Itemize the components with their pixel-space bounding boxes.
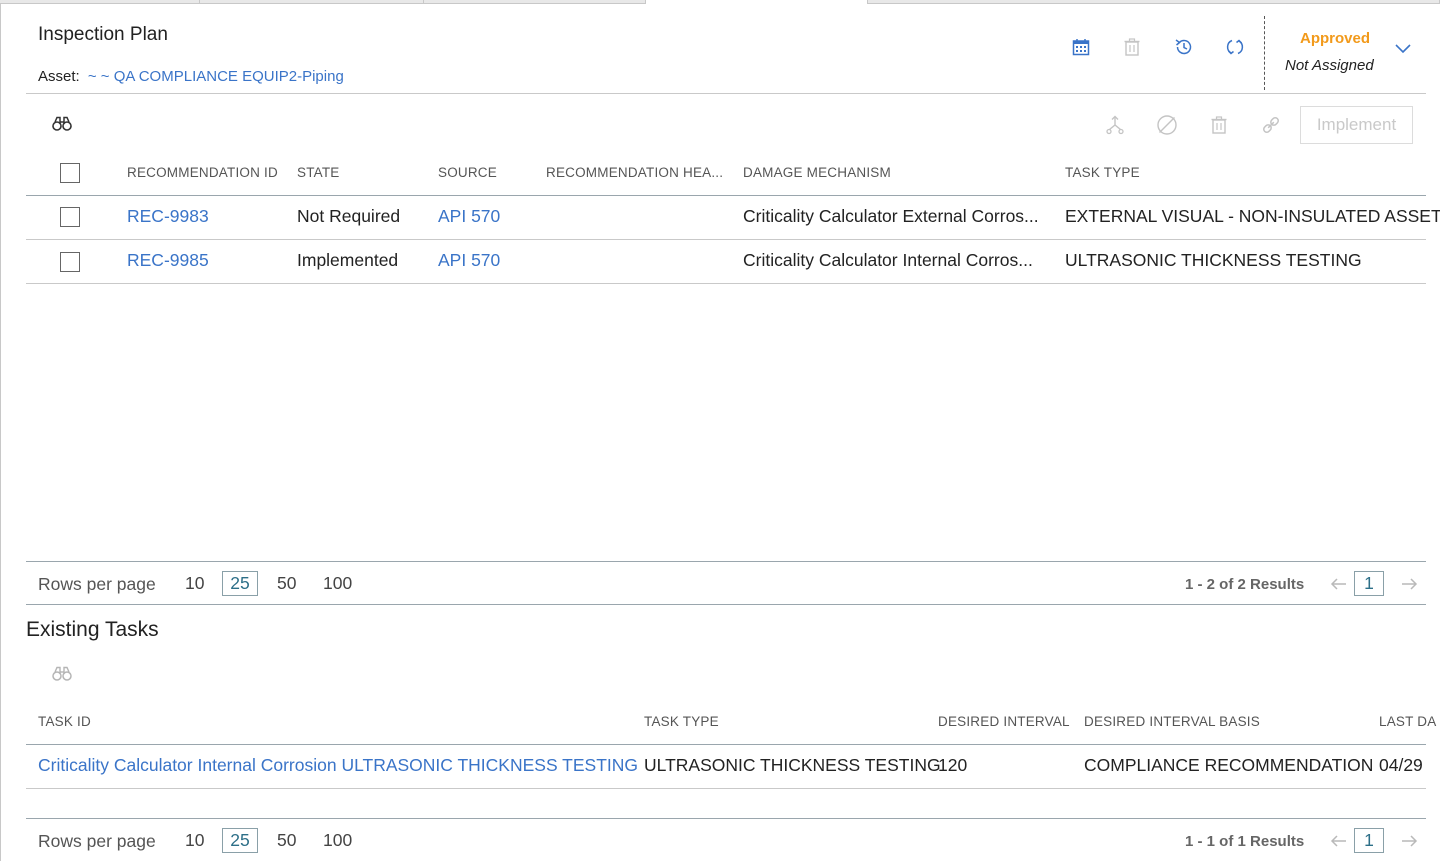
row-divider — [26, 283, 1426, 284]
column-header-source[interactable]: SOURCE — [438, 165, 497, 180]
implement-button[interactable]: Implement — [1300, 106, 1413, 144]
rows-option-25-selected[interactable]: 25 — [222, 571, 258, 596]
left-border — [0, 0, 1, 861]
results-count: 1 - 2 of 2 Results — [1185, 576, 1305, 593]
select-all-checkbox[interactable] — [60, 163, 80, 183]
assignment-text: Not Assigned — [1285, 57, 1374, 74]
source-link[interactable]: API 570 — [438, 206, 500, 227]
rows-option-100[interactable]: 100 — [323, 830, 352, 851]
recommendation-id-link[interactable]: REC-9983 — [127, 206, 209, 227]
rows-option-10[interactable]: 10 — [185, 573, 204, 594]
status-badge: Approved — [1300, 30, 1371, 47]
existing-tasks-title: Existing Tasks — [26, 618, 159, 641]
current-page[interactable]: 1 — [1354, 828, 1384, 853]
last-date-cell: 04/29 — [1379, 755, 1423, 775]
header-rule — [26, 93, 1426, 94]
damage-mechanism-cell: Criticality Calculator Internal Corros..… — [743, 250, 1033, 270]
results-count: 1 - 1 of 1 Results — [1185, 833, 1305, 850]
rows-option-50[interactable]: 50 — [277, 830, 296, 851]
task-type-cell: ULTRASONIC THICKNESS TESTING — [644, 755, 941, 775]
asset-row: Asset: ~ ~ QA COMPLIANCE EQUIP2-Piping — [38, 68, 344, 85]
tasks-header-rule — [26, 744, 1426, 745]
tab-strip — [0, 0, 1440, 4]
chevron-down-icon[interactable] — [1394, 40, 1412, 56]
column-header-task-id[interactable]: TASK ID — [38, 714, 91, 729]
previous-page-arrow-icon[interactable] — [1330, 577, 1348, 591]
asset-link[interactable]: ~ ~ QA COMPLIANCE EQUIP2-Piping — [88, 68, 344, 85]
trash-icon[interactable] — [1121, 36, 1143, 58]
rows-per-page-label: Rows per page — [38, 574, 156, 594]
trash-icon[interactable] — [1208, 114, 1230, 136]
link-icon[interactable] — [1260, 114, 1282, 136]
rows-option-100[interactable]: 100 — [323, 573, 352, 594]
task-type-cell: EXTERNAL VISUAL - NON-INSULATED ASSET — [1065, 206, 1440, 226]
header-divider — [1264, 16, 1265, 90]
state-cell: Implemented — [297, 250, 399, 270]
history-icon[interactable] — [1173, 36, 1195, 58]
current-page[interactable]: 1 — [1354, 571, 1384, 596]
pager-bottom-rule — [26, 604, 1426, 605]
previous-page-arrow-icon[interactable] — [1330, 834, 1348, 848]
rows-option-50[interactable]: 50 — [277, 573, 296, 594]
row-divider — [26, 788, 1426, 789]
rows-option-25-selected[interactable]: 25 — [222, 828, 258, 853]
column-header-desired-interval-basis[interactable]: DESIRED INTERVAL BASIS — [1084, 714, 1260, 729]
column-header-state[interactable]: STATE — [297, 165, 340, 180]
column-header-damage-mechanism[interactable]: DAMAGE MECHANISM — [743, 165, 891, 180]
next-page-arrow-icon[interactable] — [1400, 834, 1418, 848]
desired-interval-basis-cell: COMPLIANCE RECOMMENDATION — [1084, 755, 1374, 775]
column-header-last-date[interactable]: LAST DA — [1379, 714, 1436, 729]
asset-label: Asset: — [38, 68, 80, 85]
refresh-icon[interactable] — [1224, 36, 1246, 58]
tab-3[interactable] — [424, 0, 646, 4]
next-page-arrow-icon[interactable] — [1400, 577, 1418, 591]
column-header-desired-interval[interactable]: DESIRED INTERVAL — [938, 714, 1070, 729]
tab-2[interactable] — [200, 0, 424, 4]
column-header-recommendation-id[interactable]: RECOMMENDATION ID — [127, 165, 278, 180]
recommendation-id-link[interactable]: REC-9985 — [127, 250, 209, 271]
table-header-rule — [26, 195, 1426, 196]
page-title: Inspection Plan — [38, 24, 168, 45]
merge-icon[interactable] — [1104, 114, 1126, 136]
tab-active[interactable] — [646, 0, 868, 4]
row-checkbox[interactable] — [60, 252, 80, 272]
task-type-cell: ULTRASONIC THICKNESS TESTING — [1065, 250, 1362, 270]
damage-mechanism-cell: Criticality Calculator External Corros..… — [743, 206, 1039, 226]
column-header-recommendation-header[interactable]: RECOMMENDATION HEA... — [546, 165, 723, 180]
rows-option-10[interactable]: 10 — [185, 830, 204, 851]
binoculars-icon[interactable] — [52, 116, 72, 132]
column-header-task-type[interactable]: TASK TYPE — [644, 714, 719, 729]
calendar-icon[interactable] — [1070, 36, 1092, 58]
pager-top-rule — [26, 561, 1426, 562]
binoculars-icon[interactable] — [52, 666, 72, 682]
column-header-task-type[interactable]: TASK TYPE — [1065, 165, 1140, 180]
tab-1[interactable] — [0, 0, 200, 4]
state-cell: Not Required — [297, 206, 401, 226]
desired-interval-cell: 120 — [938, 755, 968, 775]
tab-strip-rest — [868, 0, 1440, 4]
row-divider — [26, 239, 1426, 240]
not-applicable-icon[interactable] — [1156, 114, 1178, 136]
task-id-link[interactable]: Criticality Calculator Internal Corrosio… — [38, 755, 638, 776]
row-checkbox[interactable] — [60, 207, 80, 227]
pager-top-rule — [26, 818, 1426, 819]
source-link[interactable]: API 570 — [438, 250, 500, 271]
rows-per-page-label: Rows per page — [38, 831, 156, 851]
